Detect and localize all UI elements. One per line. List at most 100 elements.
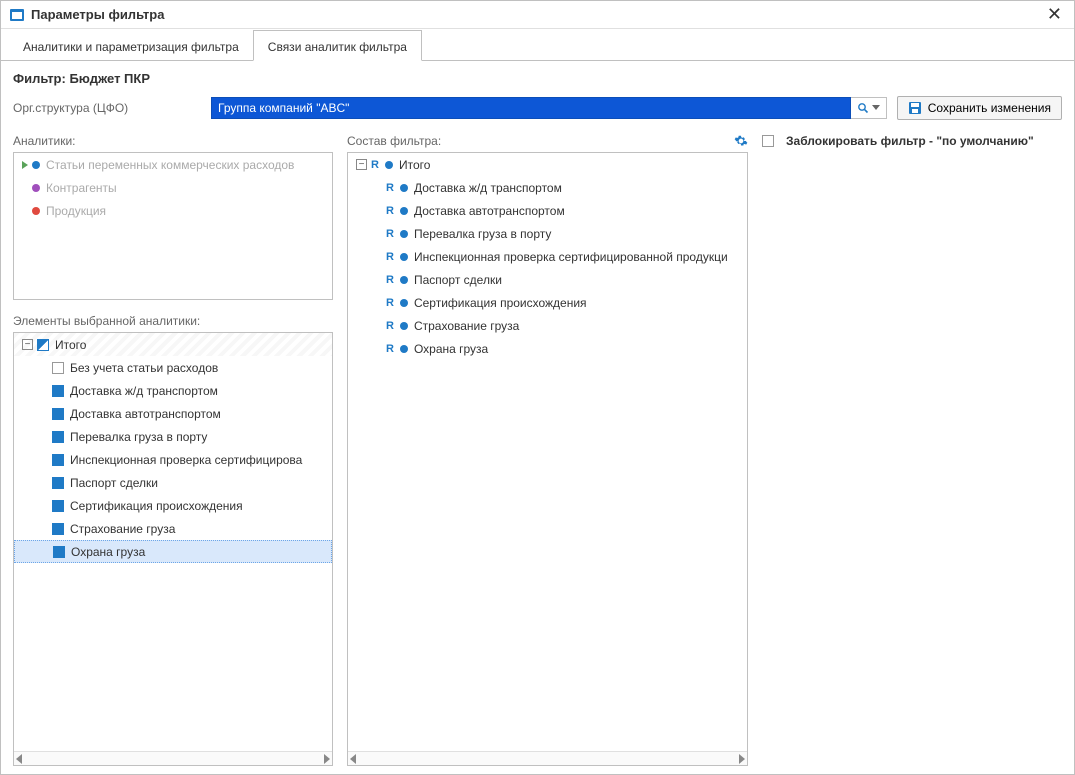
analytics-item[interactable]: Продукция xyxy=(14,199,332,222)
elements-item[interactable]: Без учета статьи расходов xyxy=(14,356,332,379)
elements-item-label: Доставка ж/д транспортом xyxy=(70,384,218,398)
checkbox[interactable] xyxy=(52,385,64,397)
elements-item[interactable]: Сертификация происхождения xyxy=(14,494,332,517)
filter-item-label: Перевалка груза в порту xyxy=(414,227,551,241)
filter-item[interactable]: RОхрана груза xyxy=(348,337,747,360)
filter-item[interactable]: R Инспекционная проверка сертифицированно… xyxy=(348,245,747,268)
filter-item-label: Доставка автотранспортом xyxy=(414,204,565,218)
middle-column: Состав фильтра: −RИтогоRДоставка ж/д тра… xyxy=(347,128,748,766)
analytics-title: Аналитики: xyxy=(13,128,333,152)
right-column: Заблокировать фильтр - "по умолчанию" xyxy=(762,128,1062,766)
r-icon: R xyxy=(371,159,379,171)
elements-item-label: Инспекционная проверка сертифицирова xyxy=(70,453,302,467)
elements-item[interactable]: Инспекционная проверка сертифицирова xyxy=(14,448,332,471)
filter-item-label: Охрана груза xyxy=(414,342,488,356)
scroll-left-icon[interactable] xyxy=(350,754,356,764)
r-icon: R xyxy=(386,274,394,286)
checkbox[interactable] xyxy=(53,546,65,558)
color-dot-icon xyxy=(32,184,40,192)
elements-item[interactable]: Перевалка груза в порту xyxy=(14,425,332,448)
filter-item[interactable]: R Доставка ж/д транспортом xyxy=(348,176,747,199)
search-icon xyxy=(857,102,869,114)
close-button[interactable]: ✕ xyxy=(1043,4,1066,25)
expander-icon[interactable]: − xyxy=(356,159,367,170)
checkbox[interactable] xyxy=(52,454,64,466)
r-icon: R xyxy=(386,182,394,194)
h-scrollbar[interactable] xyxy=(348,751,747,765)
save-button-label: Сохранить изменения xyxy=(928,101,1051,115)
checkbox[interactable] xyxy=(52,500,64,512)
elements-root-label: Итого xyxy=(55,338,86,352)
analytics-item[interactable]: Статьи переменных коммерческих расходов xyxy=(14,153,332,176)
lock-filter-row[interactable]: Заблокировать фильтр - "по умолчанию" xyxy=(762,128,1062,154)
elements-tree[interactable]: − Итого Без учета статьи расходов Доставка … xyxy=(14,333,332,751)
color-dot-icon xyxy=(400,299,408,307)
elements-item-label: Без учета статьи расходов xyxy=(70,361,218,375)
filter-item[interactable]: R Доставка автотранспортом xyxy=(348,199,747,222)
scroll-right-icon[interactable] xyxy=(739,754,745,764)
scroll-left-icon[interactable] xyxy=(16,754,22,764)
elements-item[interactable]: Доставка ж/д транспортом xyxy=(14,379,332,402)
elements-item-label: Перевалка груза в порту xyxy=(70,430,207,444)
filter-item-label: Доставка ж/д транспортом xyxy=(414,181,562,195)
elements-root[interactable]: − Итого xyxy=(14,333,332,356)
color-dot-icon xyxy=(400,184,408,192)
org-combo-field[interactable]: Группа компаний "ABC" xyxy=(211,97,851,119)
tab-label: Связи аналитик фильтра xyxy=(268,40,407,54)
checkbox[interactable] xyxy=(52,431,64,443)
save-icon xyxy=(908,101,922,115)
org-value: Группа компаний "ABC" xyxy=(218,101,349,115)
filter-item-label: Инспекционная проверка сертифицированной… xyxy=(414,250,728,264)
checkbox[interactable] xyxy=(52,523,64,535)
analytics-tree[interactable]: Статьи переменных коммерческих расходов К… xyxy=(14,153,332,299)
tab-analytics-links[interactable]: Связи аналитик фильтра xyxy=(253,30,422,61)
lock-filter-label: Заблокировать фильтр - "по умолчанию" xyxy=(786,134,1034,148)
elements-item[interactable]: Охрана груза xyxy=(14,540,332,563)
analytics-item-label: Продукция xyxy=(46,204,106,218)
checkbox[interactable] xyxy=(37,339,49,351)
analytics-panel: Статьи переменных коммерческих расходов К… xyxy=(13,152,333,300)
filter-item[interactable]: RСтрахование груза xyxy=(348,314,747,337)
scroll-right-icon[interactable] xyxy=(324,754,330,764)
checkbox[interactable] xyxy=(52,362,64,374)
elements-title: Элементы выбранной аналитики: xyxy=(13,308,333,332)
filter-content-title-label: Состав фильтра: xyxy=(347,134,441,148)
color-dot-icon xyxy=(400,322,408,330)
lock-filter-checkbox[interactable] xyxy=(762,135,774,147)
color-dot-icon xyxy=(32,207,40,215)
analytics-item[interactable]: Контрагенты xyxy=(14,176,332,199)
app-icon xyxy=(9,7,25,23)
left-column: Аналитики: Статьи переменных коммерчески… xyxy=(13,128,333,766)
filter-content-tree[interactable]: −RИтогоRДоставка ж/д транспортомRДоставк… xyxy=(348,153,747,751)
elements-item-label: Паспорт сделки xyxy=(70,476,158,490)
r-icon: R xyxy=(386,297,394,309)
filter-root[interactable]: −RИтого xyxy=(348,153,747,176)
h-scrollbar[interactable] xyxy=(14,751,332,765)
org-label: Орг.структура (ЦФО) xyxy=(13,101,193,115)
org-combo[interactable]: Группа компаний "ABC" xyxy=(211,97,887,119)
checkbox[interactable] xyxy=(52,408,64,420)
elements-item-label: Страхование груза xyxy=(70,522,175,536)
tab-label: Аналитики и параметризация фильтра xyxy=(23,40,239,54)
gear-icon[interactable] xyxy=(734,134,748,148)
color-dot-icon xyxy=(400,276,408,284)
r-icon: R xyxy=(386,205,394,217)
color-dot-icon xyxy=(400,230,408,238)
org-combo-trigger[interactable] xyxy=(851,97,887,119)
r-icon: R xyxy=(386,228,394,240)
filter-item-label: Сертификация происхождения xyxy=(414,296,587,310)
elements-item-label: Доставка автотранспортом xyxy=(70,407,221,421)
elements-item[interactable]: Паспорт сделки xyxy=(14,471,332,494)
filter-item[interactable]: R Сертификация происхождения xyxy=(348,291,747,314)
tab-analytics-params[interactable]: Аналитики и параметризация фильтра xyxy=(9,31,253,60)
save-button[interactable]: Сохранить изменения xyxy=(897,96,1062,120)
expander-icon[interactable]: − xyxy=(22,339,33,350)
color-dot-icon xyxy=(400,345,408,353)
analytics-item-label: Контрагенты xyxy=(46,181,117,195)
elements-item[interactable]: Доставка автотранспортом xyxy=(14,402,332,425)
filter-item[interactable]: RПаспорт сделки xyxy=(348,268,747,291)
filter-item[interactable]: R Перевалка груза в порту xyxy=(348,222,747,245)
checkbox[interactable] xyxy=(52,477,64,489)
r-icon: R xyxy=(386,251,394,263)
elements-item[interactable]: Страхование груза xyxy=(14,517,332,540)
